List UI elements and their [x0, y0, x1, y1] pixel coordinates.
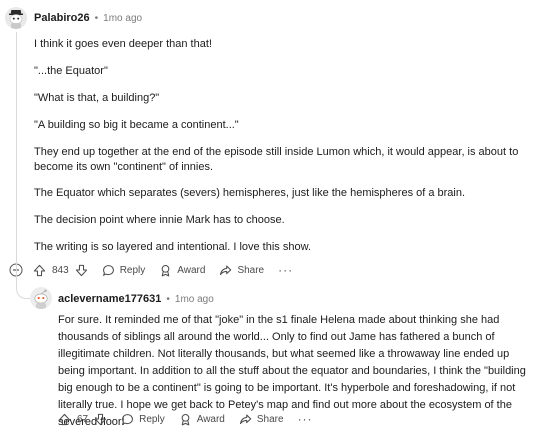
share-button[interactable]: Share	[239, 413, 284, 426]
comment-username[interactable]: Palabiro26	[34, 12, 90, 24]
award-label: Award	[196, 413, 225, 425]
award-button[interactable]: Award	[159, 264, 205, 277]
reply-connector-line	[16, 258, 31, 299]
comment-header: Palabiro26 • 1mo ago	[34, 12, 142, 24]
share-arrow-icon	[220, 265, 232, 275]
more-options-button[interactable]: ···	[278, 263, 293, 277]
comment-action-bar: 843 Reply Award Share ···	[33, 263, 293, 277]
comment-paragraph: I think it goes even deeper than that!	[34, 38, 212, 50]
comment-paragraph: The Equator which separates (severs) hem…	[34, 187, 466, 199]
award-medal-icon	[161, 264, 170, 276]
reply-label: Reply	[119, 264, 146, 276]
vote-group: 67	[58, 413, 107, 426]
comment-paragraph: The decision point where innie Mark has …	[34, 214, 285, 226]
upvote-arrow-icon[interactable]	[33, 264, 46, 277]
vote-group: 843	[33, 264, 88, 277]
reply-avatar[interactable]	[30, 287, 52, 309]
share-arrow-icon	[239, 414, 252, 424]
vote-count: 843	[52, 264, 69, 276]
award-button[interactable]: Award	[179, 413, 225, 426]
comment-paragraph: They end up together at the end of the e…	[34, 146, 519, 173]
share-label: Share	[256, 413, 284, 425]
share-button[interactable]: Share	[219, 264, 264, 277]
comment-avatar[interactable]	[5, 7, 27, 29]
snoo-avatar-icon	[5, 7, 27, 29]
downvote-arrow-icon[interactable]	[94, 413, 107, 426]
reply-timestamp[interactable]: 1mo ago	[175, 294, 214, 305]
reply-label: Reply	[139, 413, 165, 425]
snoo-avatar-icon	[30, 287, 52, 309]
meta-separator: •	[166, 293, 170, 305]
reply-button[interactable]: Reply	[102, 264, 146, 277]
upvote-arrow-icon[interactable]	[58, 413, 71, 426]
more-options-button[interactable]: ···	[298, 412, 313, 426]
meta-separator: •	[94, 12, 99, 24]
comment-paragraph: "What is that, a building?"	[34, 92, 160, 104]
reply-username[interactable]: aclevername177631	[58, 293, 161, 305]
vote-count: 67	[77, 413, 89, 425]
award-label: Award	[177, 264, 206, 276]
comment-paragraph: "A building so big it became a continent…	[34, 119, 239, 131]
award-medal-icon	[181, 413, 190, 425]
speech-bubble-icon	[121, 413, 134, 425]
reply-header: aclevername177631 • 1mo ago	[58, 293, 214, 305]
thread-line[interactable]	[16, 32, 17, 258]
comment-timestamp[interactable]: 1mo ago	[103, 13, 142, 24]
comment-paragraph: The writing is so layered and intentiona…	[34, 241, 311, 253]
comment-paragraph: "...the Equator"	[34, 65, 108, 77]
reply-action-bar: 67 Reply Award Share ···	[58, 412, 313, 426]
share-label: Share	[237, 264, 265, 276]
reply-button[interactable]: Reply	[121, 413, 165, 426]
downvote-arrow-icon[interactable]	[75, 264, 88, 277]
speech-bubble-icon	[102, 264, 114, 276]
